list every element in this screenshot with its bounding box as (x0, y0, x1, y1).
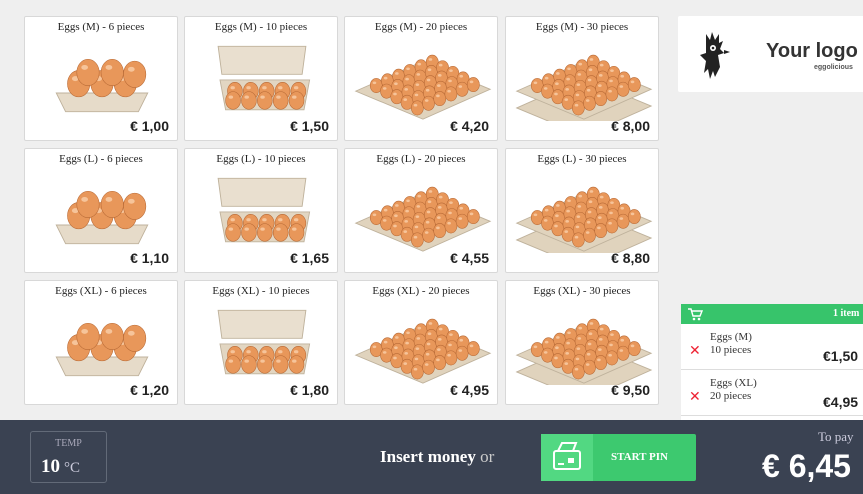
rooster-icon (700, 32, 730, 79)
cart-header: 1 item (681, 304, 863, 324)
cart-item: ✕ Eggs (XL) 20 pieces €4,95 (681, 370, 863, 416)
start-pin-label: START PIN (611, 451, 668, 463)
product-price: € 4,55 (450, 250, 489, 266)
product-name: Eggs (M) - 20 pieces (374, 21, 468, 33)
product-price: € 1,80 (290, 382, 329, 398)
product-price: € 8,80 (611, 250, 650, 266)
egg-pack-image (515, 54, 653, 121)
temp-value: 10 °C (41, 456, 80, 478)
egg-pack-image (515, 186, 653, 253)
temp-label: TEMP (55, 438, 82, 449)
insert-money-label: Insert money (380, 447, 476, 466)
product-price: € 4,95 (450, 382, 489, 398)
cart-item-name: Eggs (M) 10 pieces (710, 331, 752, 357)
pin-icon-box (541, 434, 593, 481)
product-card[interactable]: Eggs (L) - 30 pieces € 8,80 (505, 148, 659, 273)
cart-item-line2: 10 pieces (710, 344, 752, 356)
total-amount: € 6,45 (762, 448, 851, 484)
product-name: Eggs (L) - 6 pieces (59, 153, 143, 165)
product-card[interactable]: Eggs (L) - 6 pieces € 1,10 (24, 148, 178, 273)
product-card[interactable]: Eggs (M) - 30 pieces € 8,00 (505, 16, 659, 141)
start-pin-button[interactable]: START PIN (541, 434, 696, 481)
product-card[interactable]: Eggs (M) - 6 pieces € 1,00 (24, 16, 178, 141)
product-name: Eggs (M) - 6 pieces (57, 21, 145, 33)
product-card[interactable]: Eggs (XL) - 6 pieces € 1,20 (24, 280, 178, 405)
egg-pack-image (515, 318, 653, 385)
product-name: Eggs (L) - 10 pieces (216, 153, 306, 165)
logo-box: Your logo eggolicious (678, 16, 863, 92)
egg-pack-image (55, 322, 149, 377)
cart-item-line1: Eggs (M) (710, 331, 752, 343)
product-price: € 8,00 (611, 118, 650, 134)
product-name: Eggs (M) - 30 pieces (535, 21, 629, 33)
product-price: € 1,50 (290, 118, 329, 134)
card-reader-icon (553, 442, 581, 470)
product-card[interactable]: Eggs (M) - 20 pieces € 4,20 (344, 16, 498, 141)
product-price: € 1,00 (130, 118, 169, 134)
product-grid: Eggs (M) - 6 pieces € 1,00 Eggs (M) - 10 p… (24, 16, 660, 406)
product-card[interactable]: Eggs (XL) - 20 pieces € 4,95 (344, 280, 498, 405)
product-price: € 4,20 (450, 118, 489, 134)
product-card[interactable]: Eggs (M) - 10 pieces € 1,50 (184, 16, 338, 141)
product-name: Eggs (XL) - 30 pieces (533, 285, 631, 297)
egg-pack-image (354, 318, 492, 384)
insert-money-text: Insert money or (380, 447, 494, 467)
to-pay-label: To pay (818, 429, 854, 444)
temperature-display: TEMP 10 °C (30, 431, 107, 483)
egg-pack-image (217, 309, 311, 375)
egg-pack-image (55, 190, 149, 245)
egg-pack-image (55, 58, 149, 113)
product-price: € 1,20 (130, 382, 169, 398)
product-card[interactable]: Eggs (L) - 10 pieces € 1,65 (184, 148, 338, 273)
egg-pack-image (217, 177, 311, 243)
temp-unit: °C (64, 460, 81, 476)
cart-item-price: €1,50 (823, 348, 859, 364)
cart-item-name: Eggs (XL) 20 pieces (710, 377, 757, 403)
remove-icon[interactable]: ✕ (689, 388, 701, 405)
product-name: Eggs (XL) - 20 pieces (372, 285, 470, 297)
temp-number: 10 (41, 456, 60, 477)
product-card[interactable]: Eggs (L) - 20 pieces € 4,55 (344, 148, 498, 273)
cart-item-line2: 20 pieces (710, 390, 752, 402)
cart-item-line1: Eggs (XL) (710, 377, 757, 389)
cart-item: ✕ Eggs (M) 10 pieces €1,50 (681, 324, 863, 370)
cart-item-price: €4,95 (823, 394, 859, 410)
or-label: or (475, 447, 495, 466)
egg-pack-image (354, 186, 492, 252)
product-price: € 1,65 (290, 250, 329, 266)
product-price: € 9,50 (611, 382, 650, 398)
product-name: Eggs (L) - 30 pieces (537, 153, 627, 165)
product-card[interactable]: Eggs (XL) - 30 pieces € 9,50 (505, 280, 659, 405)
cart-icon (688, 308, 703, 321)
product-card[interactable]: Eggs (XL) - 10 pieces € 1,80 (184, 280, 338, 405)
cart-count: 1 item (833, 308, 860, 319)
egg-pack-image (354, 54, 492, 120)
remove-icon[interactable]: ✕ (689, 342, 701, 359)
product-name: Eggs (L) - 20 pieces (376, 153, 466, 165)
logo-title: Your logo (766, 40, 858, 62)
product-name: Eggs (XL) - 10 pieces (212, 285, 310, 297)
product-price: € 1,10 (130, 250, 169, 266)
egg-pack-image (217, 45, 311, 111)
footer-bar: TEMP 10 °C Insert money or START PIN To … (0, 420, 863, 494)
logo-subtitle: eggolicious (814, 64, 853, 71)
product-name: Eggs (M) - 10 pieces (214, 21, 308, 33)
cart-panel: 1 item ✕ Eggs (M) 10 pieces €1,50 ✕ Eggs… (681, 304, 863, 420)
product-name: Eggs (XL) - 6 pieces (55, 285, 147, 297)
